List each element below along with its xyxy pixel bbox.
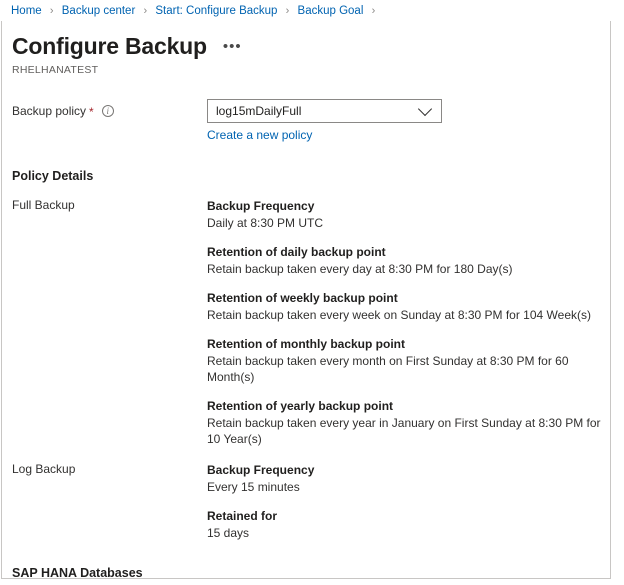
backup-policy-selected-value: log15mDailyFull	[216, 104, 301, 118]
breadcrumb-item-backup-goal[interactable]: Backup Goal	[298, 5, 364, 17]
backup-policy-row: Backup policy * i log15mDailyFull Create…	[12, 99, 610, 144]
policy-detail-block: Retention of monthly backup point Retain…	[207, 336, 610, 385]
breadcrumb-separator: ›	[286, 5, 290, 17]
breadcrumb-item-start-configure-backup[interactable]: Start: Configure Backup	[155, 5, 277, 17]
policy-detail-blocks: Backup Frequency Daily at 8:30 PM UTC Re…	[207, 198, 610, 447]
policy-detail-title: Backup Frequency	[207, 462, 610, 478]
content-frame: Configure Backup ••• RHELHANATEST Backup…	[1, 21, 611, 579]
policy-detail-text: Retain backup taken every day at 8:30 PM…	[207, 261, 610, 277]
policy-detail-title: Retention of monthly backup point	[207, 336, 610, 352]
more-options-icon[interactable]: •••	[223, 40, 242, 54]
chevron-down-icon	[418, 102, 432, 116]
policy-detail-title: Retained for	[207, 508, 610, 524]
info-icon[interactable]: i	[102, 105, 114, 117]
policy-detail-title: Retention of weekly backup point	[207, 290, 610, 306]
breadcrumb-item-backup-center[interactable]: Backup center	[62, 5, 136, 17]
policy-detail-block: Retention of daily backup point Retain b…	[207, 244, 610, 277]
breadcrumb-separator: ›	[50, 5, 54, 17]
policy-detail-block: Retained for 15 days	[207, 508, 610, 541]
required-marker: *	[89, 107, 94, 117]
policy-detail-text: Retain backup taken every month on First…	[207, 353, 610, 385]
policy-detail-block: Retention of yearly backup point Retain …	[207, 398, 610, 447]
backup-policy-select[interactable]: log15mDailyFull	[207, 99, 442, 123]
breadcrumb-separator: ›	[372, 5, 376, 17]
breadcrumb: Home › Backup center › Start: Configure …	[0, 0, 624, 19]
policy-detail-row-log-backup: Log Backup Backup Frequency Every 15 min…	[12, 462, 610, 541]
backup-policy-field: log15mDailyFull Create a new policy	[207, 99, 610, 144]
policy-detail-row-full-backup: Full Backup Backup Frequency Daily at 8:…	[12, 198, 610, 447]
create-new-policy-link[interactable]: Create a new policy	[207, 128, 312, 142]
policy-detail-text: Every 15 minutes	[207, 479, 610, 495]
policy-detail-title: Retention of yearly backup point	[207, 398, 610, 414]
breadcrumb-item-home[interactable]: Home	[11, 5, 42, 17]
policy-detail-text: Retain backup taken every week on Sunday…	[207, 307, 610, 323]
policy-detail-block: Backup Frequency Every 15 minutes	[207, 462, 610, 495]
policy-detail-text: 15 days	[207, 525, 610, 541]
policy-detail-title: Backup Frequency	[207, 198, 610, 214]
sap-hana-databases-heading: SAP HANA Databases	[12, 566, 610, 579]
policy-detail-label: Full Backup	[12, 198, 207, 212]
breadcrumb-separator: ›	[143, 5, 147, 17]
policy-detail-text: Retain backup taken every year in Januar…	[207, 415, 610, 447]
backup-policy-label-text: Backup policy	[12, 104, 86, 118]
page-header: Configure Backup •••	[12, 21, 610, 60]
page-subtitle: RHELHANATEST	[12, 64, 610, 76]
page-title: Configure Backup	[12, 32, 207, 60]
policy-detail-text: Daily at 8:30 PM UTC	[207, 215, 610, 231]
policy-detail-block: Retention of weekly backup point Retain …	[207, 290, 610, 323]
policy-detail-label: Log Backup	[12, 462, 207, 476]
policy-details-heading: Policy Details	[12, 169, 610, 183]
policy-detail-block: Backup Frequency Daily at 8:30 PM UTC	[207, 198, 610, 231]
policy-detail-title: Retention of daily backup point	[207, 244, 610, 260]
backup-policy-label: Backup policy * i	[12, 99, 207, 118]
policy-detail-blocks: Backup Frequency Every 15 minutes Retain…	[207, 462, 610, 541]
